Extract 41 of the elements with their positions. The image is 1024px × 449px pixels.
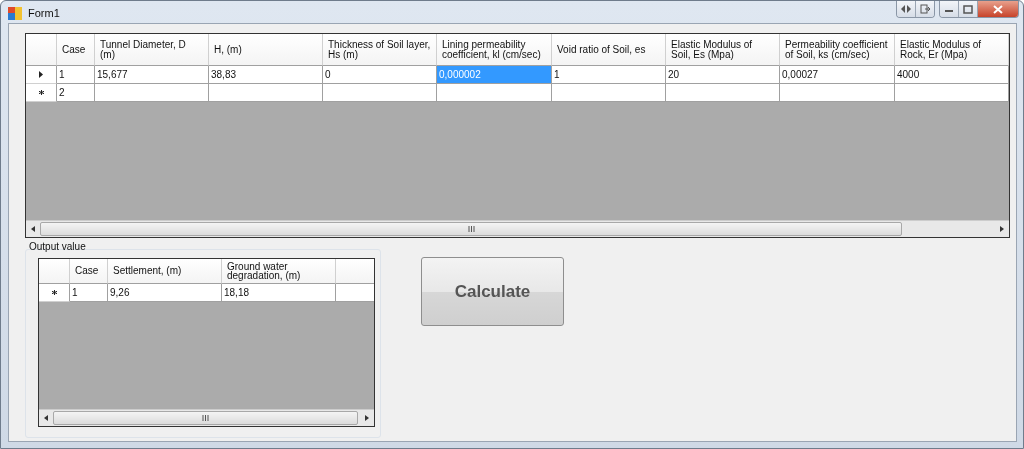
maximize-icon[interactable] [959, 1, 978, 17]
scrollbar-thumb[interactable] [53, 411, 358, 425]
table-cell[interactable]: 0 [323, 66, 437, 84]
output-data-grid[interactable]: Case Settlement, (m) Ground water degradation, (m) 1 9,26 18,18 [38, 258, 375, 427]
table-cell[interactable]: 18,18 [222, 284, 336, 302]
column-header[interactable]: Thickness of Soil layer, Hs (m) [323, 34, 437, 66]
column-header[interactable]: Case [57, 34, 95, 66]
close-icon[interactable] [978, 1, 1018, 17]
app-icon [8, 7, 22, 20]
column-header[interactable]: Lining permeability coefficient, kl (cm/sec) [437, 34, 552, 66]
table-cell[interactable]: 1 [552, 66, 666, 84]
table-cell[interactable]: 4000 [895, 66, 1009, 84]
table-cell[interactable]: 1 [70, 284, 108, 302]
table-cell[interactable]: 9,26 [108, 284, 222, 302]
calculate-button[interactable]: Calculate [421, 257, 564, 326]
minimize-icon[interactable] [940, 1, 959, 17]
table-cell[interactable]: 2 [57, 84, 95, 102]
column-header[interactable]: Case [70, 259, 108, 284]
row-header[interactable] [26, 84, 57, 102]
table-cell[interactable]: 38,83 [209, 66, 323, 84]
row-header[interactable] [39, 284, 70, 302]
table-cell[interactable]: 0,00027 [780, 66, 895, 84]
corner-header[interactable] [39, 259, 70, 284]
group-title: Output value [29, 242, 87, 252]
column-header[interactable]: Void ratio of Soil, es [552, 34, 666, 66]
column-header[interactable]: Elastic Modulus of Soil, Es (Mpa) [666, 34, 780, 66]
row-header[interactable] [26, 66, 57, 84]
column-header[interactable]: Ground water degradation, (m) [222, 259, 336, 284]
column-header[interactable]: Settlement, (m) [108, 259, 222, 284]
column-header[interactable]: Permeability coefficient of Soil, ks (cm/sec) [780, 34, 895, 66]
export-icon[interactable] [916, 1, 934, 17]
corner-header[interactable] [26, 34, 57, 66]
column-header[interactable]: Tunnel Diameter, D (m) [95, 34, 209, 66]
column-header[interactable]: H, (m) [209, 34, 323, 66]
table-cell[interactable]: 1 [57, 66, 95, 84]
window-title: Form1 [28, 7, 60, 19]
scrollbar-thumb[interactable] [40, 222, 902, 236]
table-cell[interactable]: 15,677 [95, 66, 209, 84]
table-cell[interactable]: 20 [666, 66, 780, 84]
column-header[interactable]: Elastic Modulus of Rock, Er (Mpa) [895, 34, 1009, 66]
input-data-grid[interactable] [25, 33, 1010, 238]
